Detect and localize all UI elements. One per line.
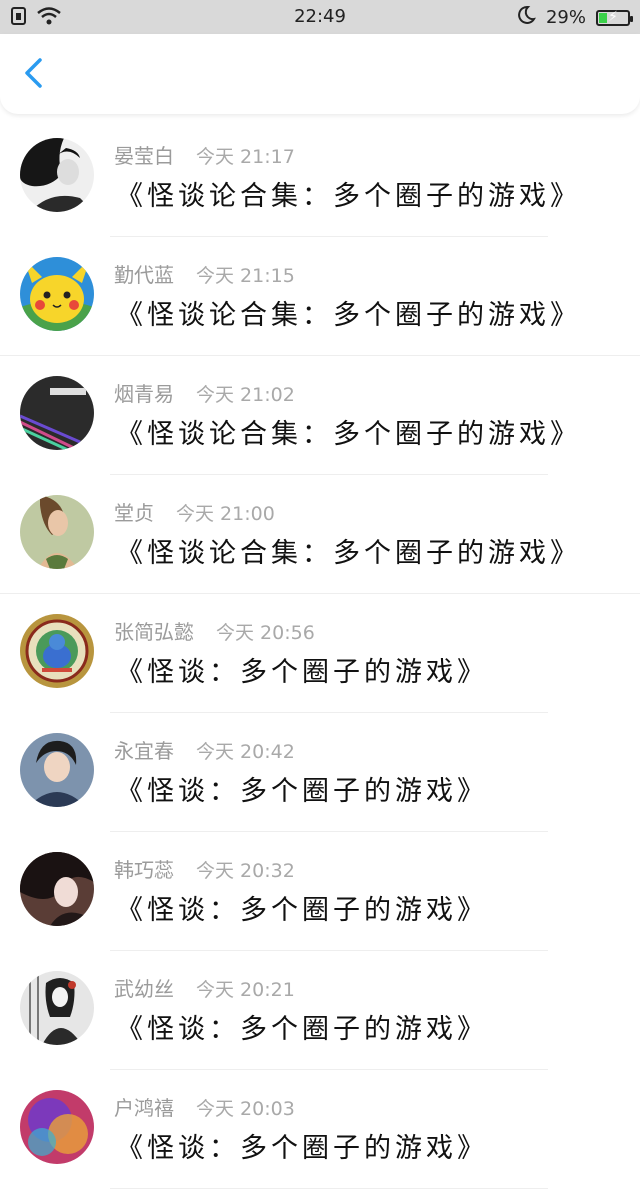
navigation-bar (0, 34, 640, 114)
timestamp: 今天 21:02 (196, 384, 295, 406)
item-meta: 户鸿禧 今天 20:03 (114, 1092, 295, 1121)
item-title[interactable]: 《怪谈论合集：多个圈子的游戏》 (116, 293, 581, 332)
timestamp: 今天 21:00 (176, 503, 275, 525)
user-name[interactable]: 烟青易 (114, 382, 174, 406)
status-right: 29% ⚡ (516, 5, 633, 30)
list-item[interactable]: 武幼丝 今天 20:21 《怪谈：多个圈子的游戏》 (0, 951, 640, 1070)
timestamp: 今天 21:15 (196, 265, 295, 287)
message-list: 晏莹白 今天 21:17 《怪谈论合集：多个圈子的游戏》 勤代蓝 今天 21:15 《怪谈… (0, 118, 640, 1189)
list-item[interactable]: 晏莹白 今天 21:17 《怪谈论合集：多个圈子的游戏》 (0, 118, 640, 237)
item-title[interactable]: 《怪谈：多个圈子的游戏》 (116, 650, 488, 689)
item-meta: 晏莹白 今天 21:17 (114, 140, 295, 169)
charging-icon: ⚡ (608, 8, 618, 25)
avatar[interactable] (20, 376, 94, 450)
battery-percent: 29% (545, 7, 586, 28)
item-title[interactable]: 《怪谈论合集：多个圈子的游戏》 (116, 412, 581, 451)
item-title[interactable]: 《怪谈：多个圈子的游戏》 (116, 769, 488, 808)
item-meta: 永宜春 今天 20:42 (114, 735, 295, 764)
user-name[interactable]: 韩巧蕊 (114, 858, 174, 882)
timestamp: 今天 21:17 (196, 146, 295, 168)
item-title[interactable]: 《怪谈：多个圈子的游戏》 (116, 1007, 488, 1046)
moon-icon (516, 5, 536, 30)
avatar[interactable] (20, 1090, 94, 1164)
item-meta: 武幼丝 今天 20:21 (114, 973, 295, 1002)
status-bar: 22:49 29% ⚡ (0, 0, 640, 34)
timestamp: 今天 20:56 (216, 622, 315, 644)
timestamp: 今天 20:21 (196, 979, 295, 1001)
chevron-left-icon (25, 58, 42, 88)
item-title[interactable]: 《怪谈：多个圈子的游戏》 (116, 888, 488, 927)
battery-icon: ⚡ (596, 8, 633, 26)
timestamp: 今天 20:42 (196, 741, 295, 763)
avatar[interactable] (20, 614, 94, 688)
back-button[interactable] (18, 56, 52, 90)
user-name[interactable]: 张简弘懿 (114, 620, 194, 644)
list-item[interactable]: 勤代蓝 今天 21:15 《怪谈论合集：多个圈子的游戏》 (0, 237, 640, 356)
item-meta: 韩巧蕊 今天 20:32 (114, 854, 295, 883)
timestamp: 今天 20:03 (196, 1098, 295, 1120)
list-item[interactable]: 张简弘懿 今天 20:56 《怪谈：多个圈子的游戏》 (0, 594, 640, 713)
avatar[interactable] (20, 852, 94, 926)
item-meta: 张简弘懿 今天 20:56 (114, 616, 315, 645)
list-item[interactable]: 韩巧蕊 今天 20:32 《怪谈：多个圈子的游戏》 (0, 832, 640, 951)
list-item[interactable]: 烟青易 今天 21:02 《怪谈论合集：多个圈子的游戏》 (0, 356, 640, 475)
avatar[interactable] (20, 495, 94, 569)
item-meta: 堂贞 今天 21:00 (114, 497, 275, 526)
user-name[interactable]: 勤代蓝 (114, 263, 174, 287)
user-name[interactable]: 户鸿禧 (114, 1096, 174, 1120)
timestamp: 今天 20:32 (196, 860, 295, 882)
avatar[interactable] (20, 733, 94, 807)
avatar[interactable] (20, 971, 94, 1045)
item-meta: 勤代蓝 今天 21:15 (114, 259, 295, 288)
list-item[interactable]: 堂贞 今天 21:00 《怪谈论合集：多个圈子的游戏》 (0, 475, 640, 594)
item-title[interactable]: 《怪谈论合集：多个圈子的游戏》 (116, 174, 581, 213)
user-name[interactable]: 堂贞 (114, 501, 154, 525)
item-meta: 烟青易 今天 21:02 (114, 378, 295, 407)
avatar[interactable] (20, 138, 94, 212)
item-title[interactable]: 《怪谈：多个圈子的游戏》 (116, 1126, 488, 1165)
user-name[interactable]: 晏莹白 (114, 144, 174, 168)
avatar[interactable] (20, 257, 94, 331)
list-item[interactable]: 永宜春 今天 20:42 《怪谈：多个圈子的游戏》 (0, 713, 640, 832)
item-title[interactable]: 《怪谈论合集：多个圈子的游戏》 (116, 531, 581, 570)
list-item[interactable]: 户鸿禧 今天 20:03 《怪谈：多个圈子的游戏》 (0, 1070, 640, 1189)
user-name[interactable]: 武幼丝 (114, 977, 174, 1001)
user-name[interactable]: 永宜春 (114, 739, 174, 763)
